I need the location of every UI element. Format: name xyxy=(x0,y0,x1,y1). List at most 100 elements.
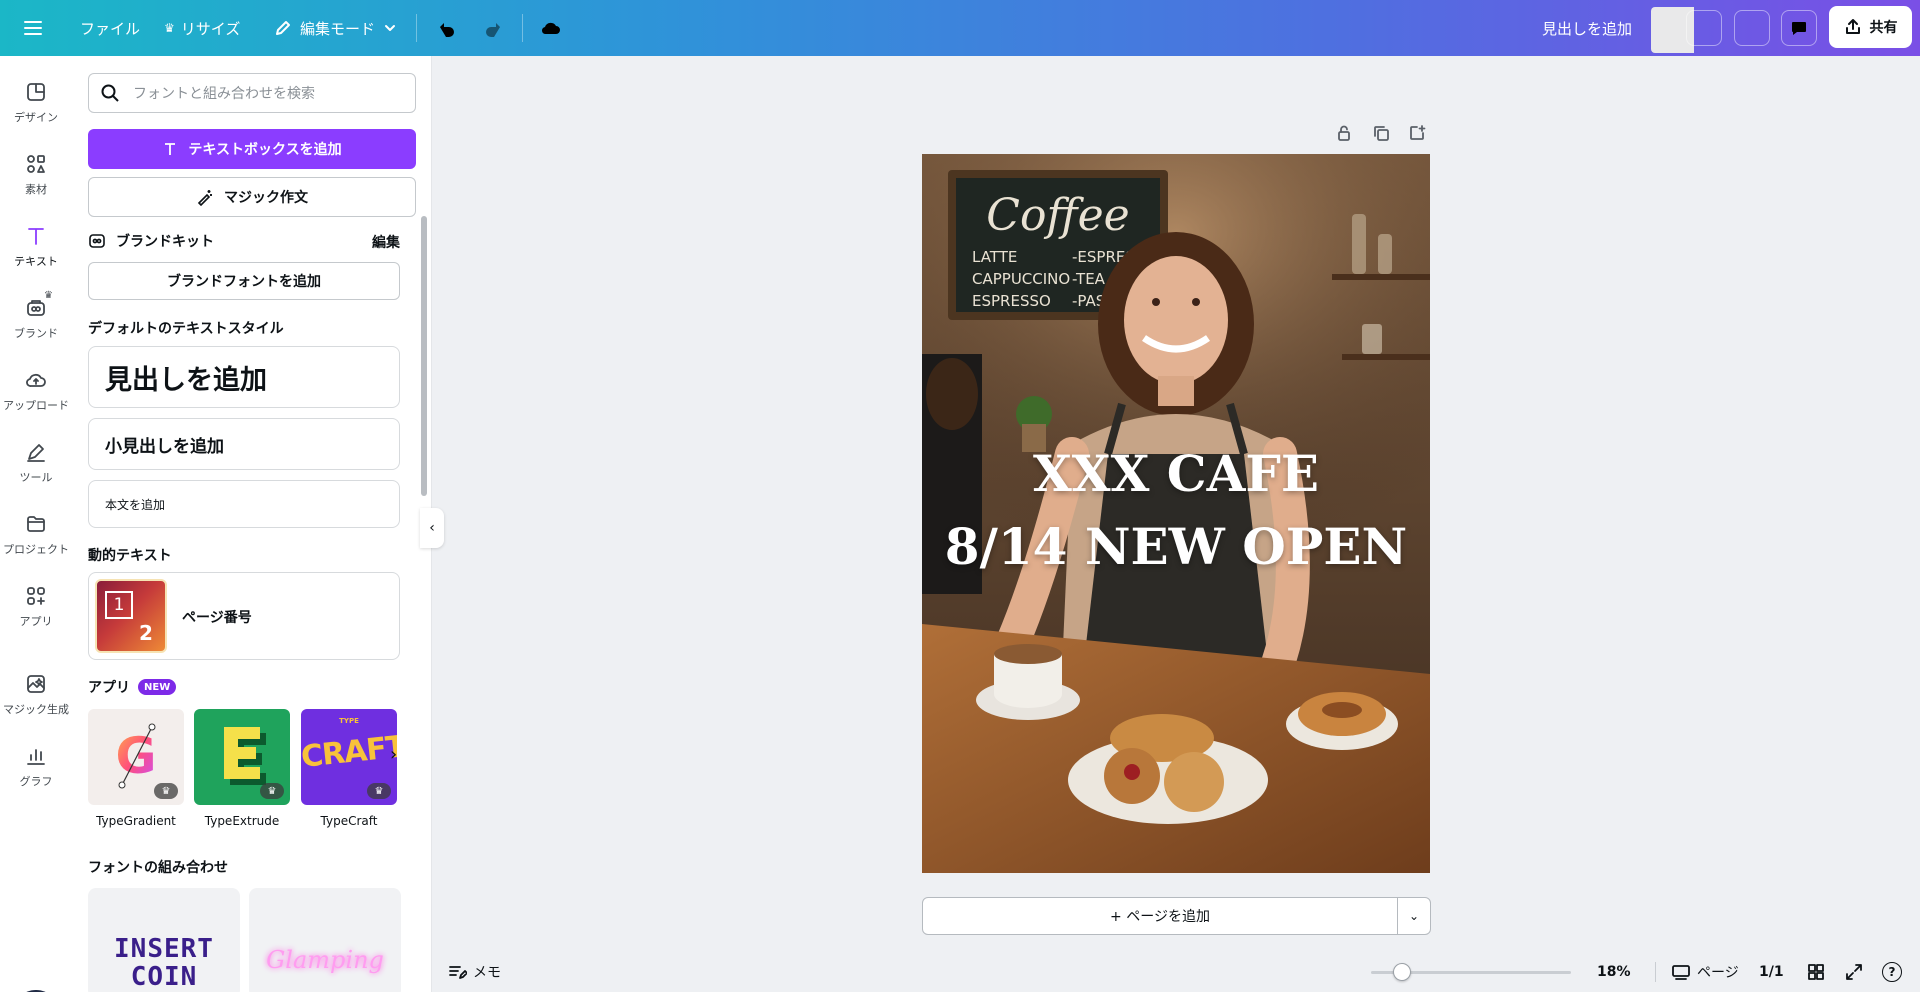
panel-scrollbar[interactable] xyxy=(421,216,427,496)
rail-label: アプリ xyxy=(19,615,53,628)
add-subheading-card[interactable]: 小見出しを追加 xyxy=(88,418,400,470)
new-badge: NEW xyxy=(138,679,177,695)
rail-item-apps[interactable]: アプリ xyxy=(0,584,72,648)
file-menu[interactable]: ファイル xyxy=(80,0,140,56)
elements-icon xyxy=(27,155,45,173)
grid-view-button[interactable] xyxy=(1806,952,1826,992)
rail-label: ブランド xyxy=(14,327,58,340)
folder-icon xyxy=(27,516,45,532)
search-icon xyxy=(101,84,119,102)
rail-item-brand[interactable]: ♛ ブランド xyxy=(0,290,72,360)
font-combos-title: フォントの組み合わせ xyxy=(88,860,228,876)
rail-item-magic-media[interactable]: マジック生成 xyxy=(0,672,72,736)
rail-item-charts[interactable]: グラフ xyxy=(0,744,72,808)
page-number-label: ページ番号 xyxy=(182,610,252,626)
rail-label: プロジェクト xyxy=(3,543,69,556)
undo-button[interactable] xyxy=(429,10,465,46)
share-label: 共有 xyxy=(1869,20,1898,36)
help-button[interactable]: ? xyxy=(1882,952,1902,992)
rail-item-text[interactable]: テキスト xyxy=(0,224,72,288)
font-combo-card[interactable]: INSERT COIN xyxy=(88,888,240,992)
design-page[interactable]: Coffee LATTE CAPPUCCINO ESPRESSO -ESPRES… xyxy=(922,154,1430,873)
default-styles-title: デフォルトのテキストスタイル xyxy=(88,321,284,337)
chart-icon xyxy=(27,749,45,765)
rail-item-design[interactable]: デザイン xyxy=(0,80,72,144)
insights-button[interactable] xyxy=(1734,10,1770,46)
invite-button[interactable] xyxy=(1686,10,1722,46)
duplicate-page-button[interactable] xyxy=(1372,124,1394,146)
page-number-card[interactable]: 1 2 ページ番号 xyxy=(88,572,400,660)
edit-mode-label: 編集モード xyxy=(300,19,376,38)
pen-icon xyxy=(27,444,45,462)
add-page-icon-button[interactable] xyxy=(1408,124,1430,146)
resize-label: リサイズ xyxy=(180,19,241,38)
resize-button[interactable]: ♛ リサイズ xyxy=(164,0,240,56)
file-menu-label: ファイル xyxy=(80,19,141,38)
rail-label: グラフ xyxy=(19,775,53,788)
page-counter-value: 1/1 xyxy=(1759,964,1784,980)
chevron-down-icon xyxy=(385,25,396,31)
notes-icon xyxy=(449,966,467,979)
save-status-button[interactable] xyxy=(533,10,569,46)
add-brand-font-button[interactable]: ブランドフォントを追加 xyxy=(88,262,400,300)
fullscreen-button[interactable] xyxy=(1844,952,1864,992)
grid-icon xyxy=(1808,964,1824,980)
app-name-typegradient: TypeGradient xyxy=(96,814,176,828)
app-tile-typeextrude[interactable]: ♛ xyxy=(194,709,290,805)
brand-kit-header: ブランドキット xyxy=(88,231,214,251)
add-page-button[interactable]: + ページを追加 xyxy=(922,897,1398,935)
chalkboard-item: CAPPUCCINO xyxy=(972,270,1070,288)
app-tile-typecraft[interactable]: TYPE CRAFT ♛ xyxy=(301,709,397,805)
chalkboard-item: LATTE xyxy=(972,248,1017,266)
svg-text:G: G xyxy=(115,727,156,785)
notes-button[interactable]: メモ xyxy=(447,952,501,992)
magic-write-button[interactable]: マジック作文 xyxy=(88,177,416,217)
text-icon xyxy=(165,143,176,155)
magic-write-label: マジック作文 xyxy=(224,190,308,206)
redo-button[interactable] xyxy=(475,10,511,46)
design-headline-line-1[interactable]: XXX CAFE xyxy=(922,444,1430,503)
add-heading-card[interactable]: 見出しを追加 xyxy=(88,346,400,408)
app-tile-typegradient[interactable]: G ♛ xyxy=(88,709,184,805)
apps-icon xyxy=(27,587,45,605)
font-combo-line: INSERT xyxy=(114,934,214,964)
font-combo-card[interactable]: Glamping xyxy=(249,888,401,992)
comments-button[interactable] xyxy=(1781,10,1817,46)
side-nav-rail: デザイン 素材 テキスト ♛ ブランド アップロード ツール プロジェクト アプ… xyxy=(0,56,72,992)
layout-icon xyxy=(27,83,45,101)
cloud-upload-icon xyxy=(26,373,46,387)
share-button[interactable]: 共有 xyxy=(1829,6,1912,48)
edit-mode-dropdown[interactable]: 編集モード xyxy=(274,0,397,56)
font-search-input[interactable]: フォントと組み合わせを検索 xyxy=(88,73,416,113)
crown-icon: ♛ xyxy=(164,21,175,35)
hamburger-menu-button[interactable] xyxy=(22,0,44,56)
design-title[interactable]: 見出しを追加 xyxy=(1542,0,1632,56)
rail-item-projects[interactable]: プロジェクト xyxy=(0,512,72,576)
add-body-text-card[interactable]: 本文を追加 xyxy=(88,480,400,528)
rail-item-elements[interactable]: 素材 xyxy=(0,152,72,216)
cloud-check-icon xyxy=(541,22,560,35)
brand-kit-edit-link[interactable]: 編集 xyxy=(372,232,400,252)
zoom-level[interactable]: 18% xyxy=(1597,952,1631,992)
rail-item-tools[interactable]: ツール xyxy=(0,440,72,504)
share-icon xyxy=(1845,19,1860,34)
duplicate-icon xyxy=(1374,126,1389,141)
typecraft-logo-subtext: TYPE xyxy=(339,717,359,725)
rail-label: マジック生成 xyxy=(3,703,69,716)
lock-button[interactable] xyxy=(1335,124,1357,146)
rail-label: テキスト xyxy=(14,255,58,268)
zoom-slider-knob[interactable] xyxy=(1392,963,1411,981)
page-counter[interactable]: 1/1 xyxy=(1759,952,1784,992)
toolbar-divider xyxy=(416,14,417,42)
text-icon xyxy=(28,228,44,245)
rail-item-upload[interactable]: アップロード xyxy=(0,368,72,432)
rail-label: アップロード xyxy=(3,399,69,412)
add-textbox-button[interactable]: テキストボックスを追加 xyxy=(88,129,416,169)
pages-view-button[interactable]: ページ xyxy=(1671,952,1739,992)
chevron-right-icon[interactable]: › xyxy=(390,744,397,765)
add-textbox-label: テキストボックスを追加 xyxy=(188,142,342,158)
collapse-panel-button[interactable]: ‹ xyxy=(420,508,444,548)
add-page-options-button[interactable]: ⌄ xyxy=(1397,897,1431,935)
design-headline-line-2[interactable]: 8/14 NEW OPEN xyxy=(922,517,1430,576)
add-page-icon xyxy=(1410,125,1426,140)
